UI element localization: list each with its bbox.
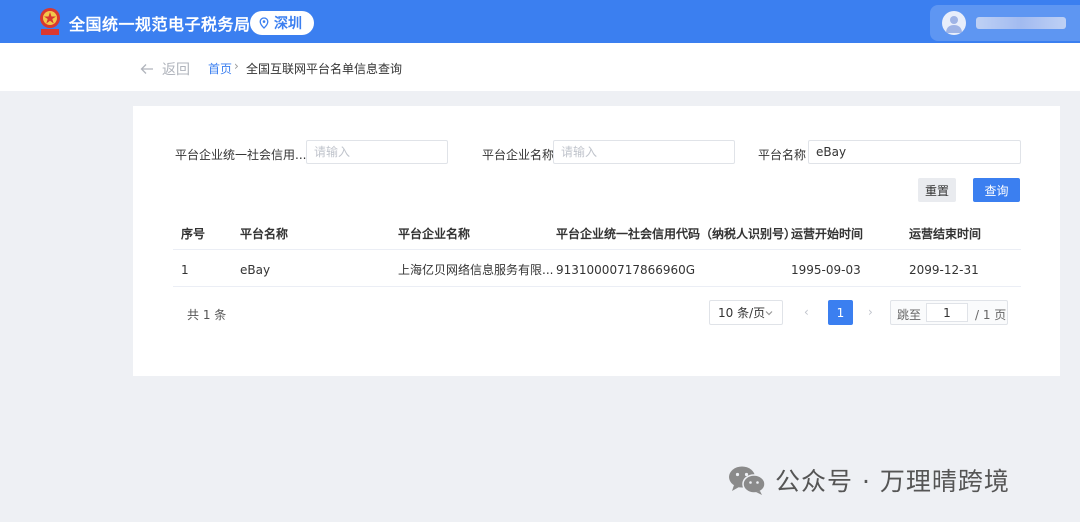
back-button[interactable]: 返回	[140, 59, 190, 79]
cell-start-date: 1995-09-03	[791, 262, 861, 277]
breadcrumb-home-link[interactable]: 首页	[208, 60, 232, 77]
user-menu[interactable]	[930, 5, 1080, 41]
tax-emblem-icon	[40, 8, 60, 35]
user-icon	[946, 16, 962, 33]
page-size-select[interactable]: 10 条/页	[709, 300, 783, 325]
wechat-icon	[729, 466, 766, 495]
watermark-text: 公众号 · 万理晴跨境	[775, 467, 1010, 496]
cell-company-name: 上海亿贝网络信息服务有限...	[398, 263, 554, 277]
header-start-date: 运营开始时间	[791, 227, 864, 241]
city-selector[interactable]: 深圳	[250, 11, 314, 35]
platform-name-input[interactable]	[808, 140, 1021, 164]
cell-platform-name: eBay	[240, 262, 271, 277]
app-title: 全国统一规范电子税务局	[69, 15, 251, 34]
page-size-value: 10 条/页	[718, 306, 766, 320]
top-header: 全国统一规范电子税务局 深圳	[0, 0, 1080, 43]
cell-index: 1	[181, 262, 189, 277]
location-pin-icon	[259, 17, 269, 29]
header-index: 序号	[181, 227, 206, 241]
company-name-label: 平台企业名称	[482, 148, 555, 162]
total-pages: / 1 页	[975, 308, 1007, 322]
chevron-down-icon	[765, 311, 773, 316]
query-card: 平台企业统一社会信用... 平台企业名称 平台名称 重置 查询 序号 平台名称 …	[133, 106, 1060, 376]
arrow-left-icon	[140, 64, 153, 74]
table-row[interactable]: 1 eBay 上海亿贝网络信息服务有限... 91310000717866960…	[173, 253, 1021, 287]
credit-code-input[interactable]	[306, 140, 448, 164]
wechat-watermark: 公众号 · 万理晴跨境	[727, 462, 1010, 498]
jump-label: 跳至	[897, 308, 922, 322]
breadcrumb-bar: 返回 首页 › 全国互联网平台名单信息查询	[0, 43, 1080, 91]
platform-name-label: 平台名称	[758, 148, 807, 162]
reset-button[interactable]: 重置	[918, 178, 956, 202]
query-button[interactable]: 查询	[973, 178, 1020, 202]
back-label: 返回	[162, 62, 190, 78]
page-number-current[interactable]: 1	[828, 300, 853, 325]
header-credit-code: 平台企业统一社会信用代码（纳税人识别号）	[556, 227, 797, 241]
avatar	[942, 11, 966, 35]
breadcrumb-current: 全国互联网平台名单信息查询	[246, 62, 403, 76]
credit-code-label: 平台企业统一社会信用...	[175, 148, 307, 162]
header-company-name: 平台企业名称	[398, 227, 471, 241]
company-name-input[interactable]	[553, 140, 735, 164]
blurred-username	[976, 17, 1066, 29]
next-page-button[interactable]: ›	[868, 305, 873, 319]
cell-end-date: 2099-12-31	[909, 262, 979, 277]
total-count: 共 1 条	[187, 308, 227, 322]
header-end-date: 运营结束时间	[909, 227, 982, 241]
header-platform-name: 平台名称	[240, 227, 289, 241]
page-jumper: 跳至 / 1 页	[890, 300, 1008, 325]
table-header: 序号 平台名称 平台企业名称 平台企业统一社会信用代码（纳税人识别号） 运营开始…	[173, 218, 1021, 250]
cell-credit-code: 91310000717866960G	[556, 262, 696, 277]
jump-page-input[interactable]	[926, 303, 968, 322]
prev-page-button[interactable]: ‹	[804, 305, 809, 319]
breadcrumb-separator: ›	[234, 59, 239, 73]
city-name: 深圳	[274, 16, 302, 32]
